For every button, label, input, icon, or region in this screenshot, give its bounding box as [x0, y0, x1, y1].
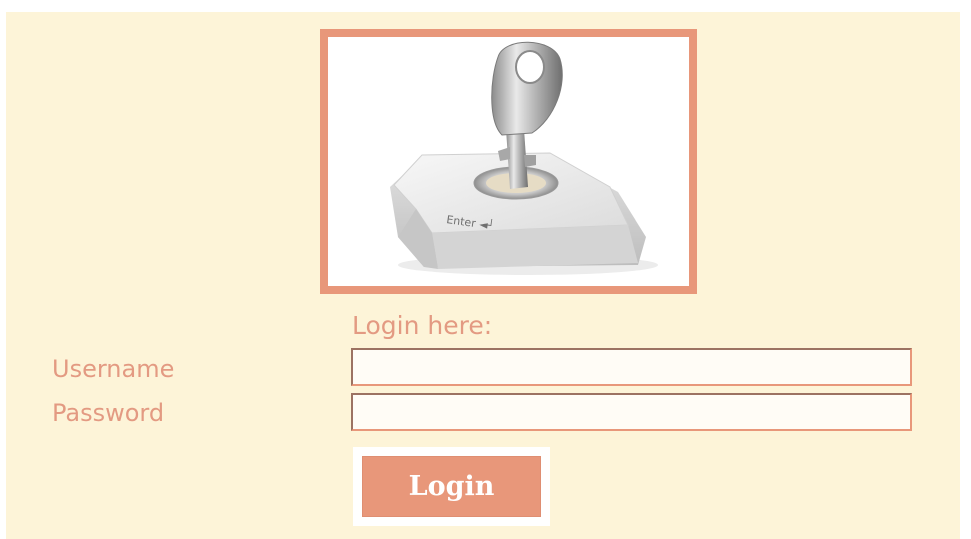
- password-label: Password: [52, 399, 165, 427]
- login-page: Enter ◄┘ Login here: Username Password L…: [0, 0, 971, 539]
- login-button[interactable]: Login: [362, 456, 541, 517]
- username-label: Username: [52, 355, 175, 383]
- login-heading: Login here:: [352, 311, 493, 340]
- key-in-enter-key-icon: Enter ◄┘: [390, 41, 658, 275]
- login-illustration: Enter ◄┘: [320, 29, 697, 294]
- login-button-container: Login: [353, 447, 550, 526]
- password-input[interactable]: [351, 393, 912, 431]
- username-input[interactable]: [351, 348, 912, 386]
